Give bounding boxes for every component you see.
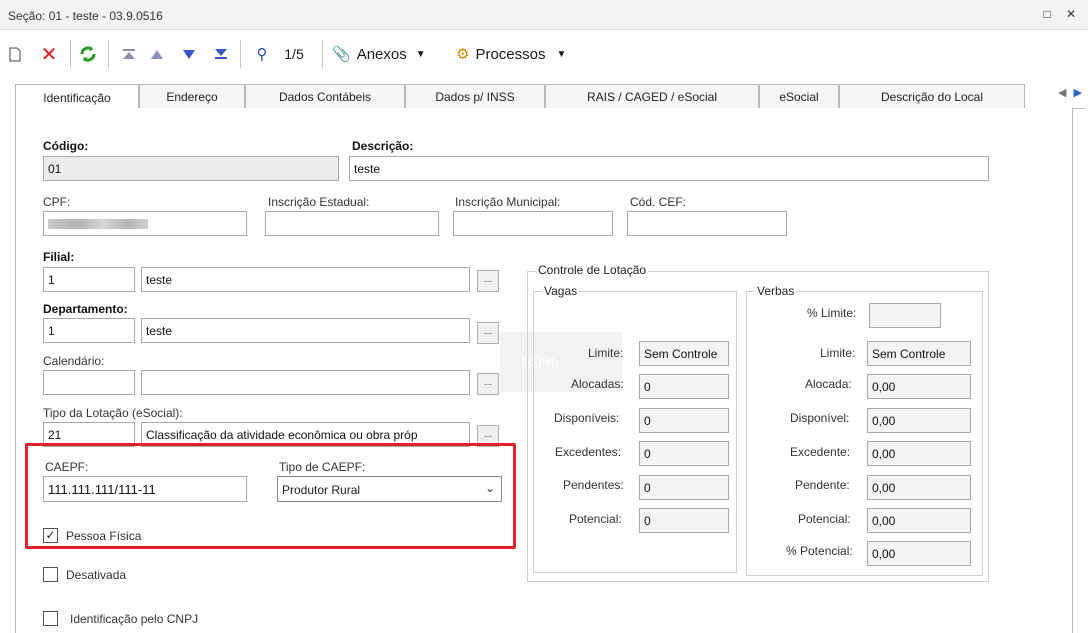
new-document-icon[interactable] — [6, 42, 24, 66]
vagas-pendentes-label: Pendentes: — [563, 478, 624, 492]
gears-icon: ⚙ — [456, 46, 470, 63]
filial-name-field[interactable]: teste — [141, 267, 470, 292]
window-controls[interactable]: □ ✕ — [1043, 7, 1082, 21]
first-record-icon[interactable] — [118, 42, 140, 66]
title-bar: Seção: 01 - teste - 03.9.0516 □ ✕ — [0, 0, 1088, 30]
find-icon[interactable]: ⚲ — [250, 42, 274, 66]
filial-label: Filial: — [43, 250, 75, 264]
vagas-excedentes-field[interactable]: 0 — [639, 441, 729, 466]
toolbar-separator — [108, 40, 109, 68]
cod-cef-field[interactable] — [627, 211, 787, 236]
vagas-alocadas-field[interactable]: 0 — [639, 374, 729, 399]
verbas-potencial-label: Potencial: — [798, 512, 851, 526]
calendario-code-field[interactable] — [43, 370, 135, 395]
vagas-potencial-label: Potencial: — [569, 512, 622, 526]
delete-icon[interactable]: ✕ — [38, 42, 60, 66]
verbas-potencial-field[interactable]: 0,00 — [867, 508, 971, 533]
verbas-excedente-field[interactable]: 0,00 — [867, 441, 971, 466]
inscricao-municipal-field[interactable] — [453, 211, 613, 236]
tipo-lotacao-label: Tipo da Lotação (eSocial): — [43, 406, 183, 420]
verbas-limite-field[interactable]: Sem Controle — [867, 341, 971, 366]
codigo-field[interactable]: 01 — [43, 156, 339, 181]
verbas-disponivel-label: Disponível: — [790, 411, 850, 425]
vagas-disponiveis-label: Disponíveis: — [554, 411, 620, 425]
tab-scroll-right-icon[interactable]: ▶ — [1074, 87, 1082, 99]
verbas-alocada-label: Alocada: — [805, 377, 852, 391]
red-highlight-box — [25, 443, 516, 549]
verbas-group — [746, 291, 983, 576]
vagas-limite-field[interactable]: Sem Controle — [639, 341, 729, 366]
verbas-limite-label: Limite: — [820, 346, 856, 360]
calendario-lookup-button[interactable]: ... — [477, 373, 499, 395]
controle-lotacao-title: Controle de Lotação — [536, 263, 649, 277]
tab-endereco[interactable]: Endereço — [139, 84, 245, 109]
verbas-disponivel-field[interactable]: 0,00 — [867, 408, 971, 433]
toolbar-separator — [322, 40, 323, 68]
verbas-pendente-label: Pendente: — [795, 478, 850, 492]
desativada-checkbox[interactable] — [43, 567, 58, 582]
departamento-lookup-button[interactable]: ... — [477, 322, 499, 344]
last-record-icon[interactable] — [210, 42, 232, 66]
verbas-pct-limite-field[interactable] — [869, 303, 941, 328]
departamento-name-field[interactable]: teste — [141, 318, 470, 343]
verbas-pct-potencial-label: % Potencial: — [786, 544, 853, 558]
calendario-name-field[interactable] — [141, 370, 470, 395]
cod-cef-label: Cód. CEF: — [630, 195, 687, 209]
filial-lookup-button[interactable]: ... — [477, 270, 499, 292]
tab-strip: Identificação Endereço Dados Contábeis D… — [15, 84, 1085, 110]
inscricao-estadual-label: Inscrição Estadual: — [268, 195, 370, 209]
tab-rais-caged-esocial[interactable]: RAIS / CAGED / eSocial — [545, 84, 759, 109]
toolbar: ✕ ⚲ 1/5 📎 Anexos ▼ ⚙ Processos ▼ — [0, 32, 1088, 76]
verbas-excedente-label: Excedente: — [790, 445, 851, 459]
identificacao-cnpj-checkbox[interactable] — [43, 611, 58, 626]
cpf-redacted-value — [48, 219, 148, 229]
chevron-down-icon: ▼ — [556, 48, 567, 60]
verbas-pct-limite-label: % Limite: — [807, 306, 857, 320]
tab-scroll-buttons[interactable]: ◀ ▶ — [1058, 86, 1082, 99]
vagas-alocadas-label: Alocadas: — [571, 377, 624, 391]
processos-label: Processos — [475, 45, 546, 63]
toolbar-separator — [240, 40, 241, 68]
tab-scroll-left-icon[interactable]: ◀ — [1058, 87, 1066, 99]
vagas-potencial-field[interactable]: 0 — [639, 508, 729, 533]
chevron-down-icon: ▼ — [415, 48, 426, 60]
filial-code-field[interactable]: 1 — [43, 267, 135, 292]
previous-record-icon[interactable] — [146, 42, 168, 66]
next-record-icon[interactable] — [178, 42, 200, 66]
calendario-label: Calendário: — [43, 354, 105, 368]
desativada-label: Desativada — [66, 568, 127, 582]
verbas-alocada-field[interactable]: 0,00 — [867, 374, 971, 399]
toolbar-separator — [70, 40, 71, 68]
vagas-limite-label: Limite: — [588, 346, 624, 360]
anexos-menu-button[interactable]: 📎 Anexos ▼ — [332, 42, 448, 66]
descricao-label: Descrição: — [352, 139, 414, 153]
tab-descricao-local[interactable]: Descrição do Local — [839, 84, 1025, 109]
vagas-title: Vagas — [542, 284, 580, 298]
vagas-excedentes-label: Excedentes: — [555, 445, 622, 459]
descricao-field[interactable]: teste — [349, 156, 989, 181]
tab-dados-contabeis[interactable]: Dados Contábeis — [245, 84, 405, 109]
verbas-pendente-field[interactable]: 0,00 — [867, 475, 971, 500]
tab-esocial[interactable]: eSocial — [759, 84, 839, 109]
paperclip-icon: 📎 — [332, 46, 351, 63]
inscricao-estadual-field[interactable] — [265, 211, 439, 236]
departamento-code-field[interactable]: 1 — [43, 318, 135, 343]
processos-menu-button[interactable]: ⚙ Processos ▼ — [456, 42, 596, 66]
vagas-pendentes-field[interactable]: 0 — [639, 475, 729, 500]
cpf-field[interactable] — [43, 211, 247, 236]
window-title: Seção: 01 - teste - 03.9.0516 — [8, 9, 163, 23]
verbas-pct-potencial-field[interactable]: 0,00 — [867, 541, 971, 566]
codigo-label: Código: — [43, 139, 89, 153]
departamento-label: Departamento: — [43, 302, 128, 316]
anexos-label: Anexos — [356, 45, 407, 63]
tab-identificacao[interactable]: Identificação — [15, 84, 139, 110]
cpf-label: CPF: — [43, 195, 71, 209]
identificacao-cnpj-label: Identificação pelo CNPJ — [70, 612, 199, 626]
vagas-disponiveis-field[interactable]: 0 — [639, 408, 729, 433]
record-counter: 1/5 — [284, 46, 304, 62]
inscricao-municipal-label: Inscrição Municipal: — [455, 195, 561, 209]
verbas-title: Verbas — [755, 284, 797, 298]
tab-dados-inss[interactable]: Dados p/ INSS — [405, 84, 545, 109]
refresh-icon[interactable] — [76, 42, 100, 66]
